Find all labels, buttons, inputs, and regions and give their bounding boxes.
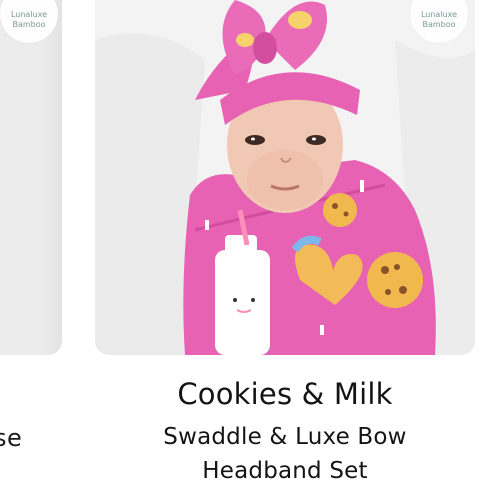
brand-name-line2: Bamboo [422, 20, 456, 29]
card-edge-shade [42, 0, 62, 355]
product-subtitle-line2: Headband Set [202, 458, 368, 484]
crescent-moon-icon [435, 0, 444, 7]
product-subtitle-line1: Swaddle & Luxe Bow [163, 424, 407, 450]
product-image[interactable] [95, 0, 475, 355]
previous-product-card[interactable] [0, 0, 62, 355]
product-subtitle[interactable]: Swaddle & Luxe Bow Headband Set [95, 420, 475, 488]
product-title-block[interactable]: Cookies & Milk Swaddle & Luxe Bow Headba… [95, 375, 475, 488]
previous-product-title[interactable]: se [0, 424, 22, 452]
brand-name-line1: Lunaluxe [420, 10, 458, 19]
brand-name-line1: Lunaluxe [10, 10, 48, 19]
product-name[interactable]: Cookies & Milk [95, 375, 475, 413]
brand-name-line2: Bamboo [12, 20, 46, 29]
product-carousel: Lunaluxe Bamboo se Lunaluxe Bamboo Cooki… [0, 0, 500, 500]
crescent-moon-icon [25, 0, 34, 7]
baby-swaddle-illustration [95, 0, 475, 355]
